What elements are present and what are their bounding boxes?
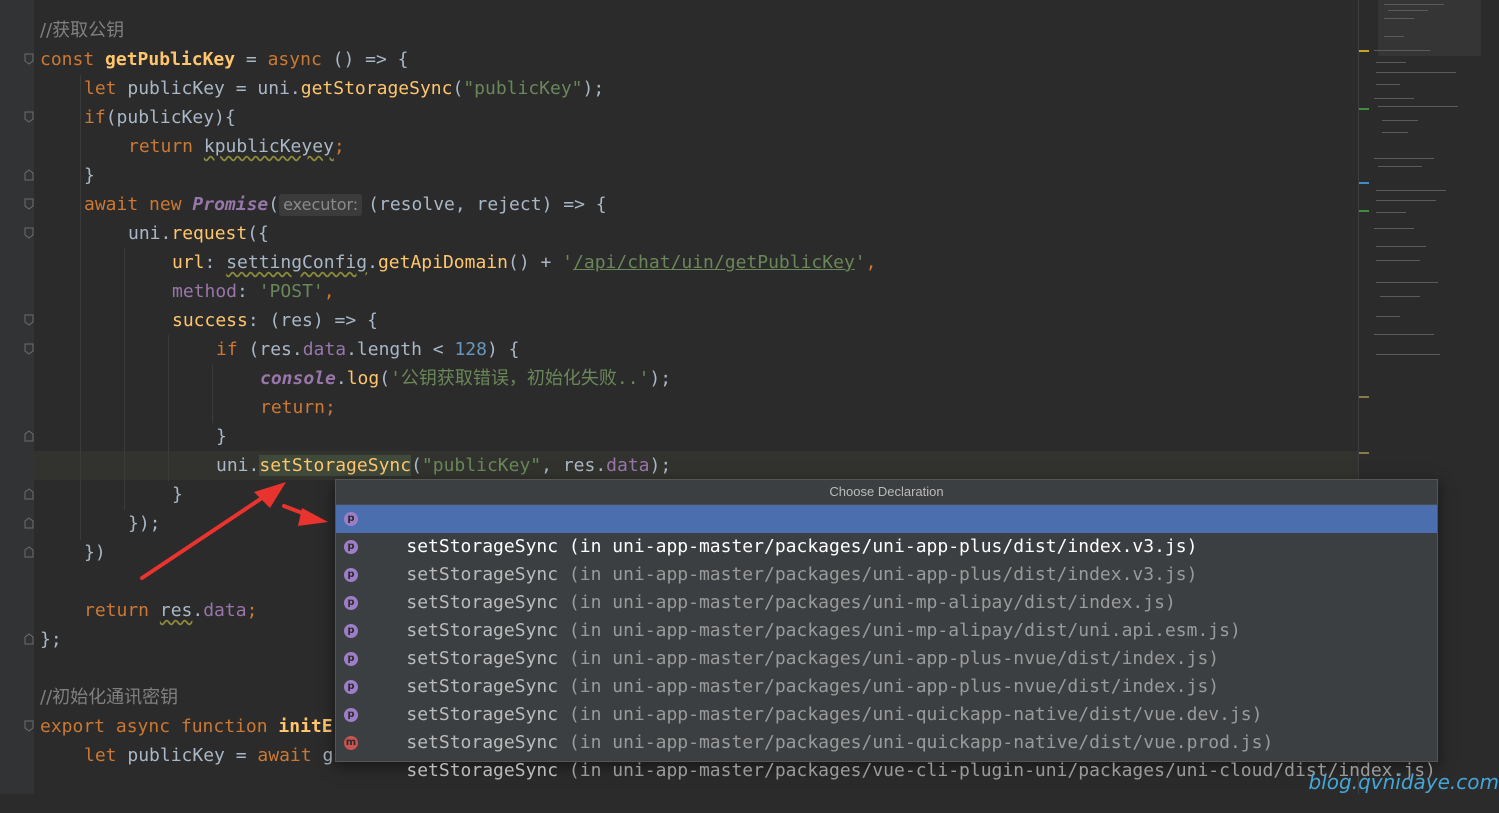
code-line: uni.request({ bbox=[128, 223, 269, 244]
code-line: } bbox=[172, 484, 183, 505]
scrollbar-marker bbox=[1359, 396, 1369, 398]
property-icon: p bbox=[344, 596, 358, 610]
code-line: uni.setStorageSync("publicKey", res.data… bbox=[216, 455, 672, 476]
indent-guide bbox=[80, 75, 81, 540]
code-line: }; bbox=[40, 629, 62, 650]
popup-title: Choose Declaration bbox=[336, 480, 1437, 505]
fold-icon[interactable] bbox=[22, 110, 36, 124]
fold-icon[interactable] bbox=[22, 313, 36, 327]
property-icon: p bbox=[344, 568, 358, 582]
code-line: export async function initE bbox=[40, 716, 333, 737]
property-icon: p bbox=[344, 624, 358, 638]
code-line: return; bbox=[260, 397, 336, 418]
scrollbar-marker bbox=[1359, 452, 1369, 454]
code-line: method: 'POST', bbox=[172, 281, 335, 302]
code-line: success: (res) => { bbox=[172, 310, 378, 331]
declaration-item[interactable]: p setStorageSync (in uni-app-master/packa… bbox=[336, 561, 1437, 613]
declaration-item[interactable]: p setStorageSync (in uni-app-master/packa… bbox=[336, 701, 1437, 753]
property-icon: p bbox=[344, 652, 358, 666]
code-line: url: settingConfig.getApiDomain() + '/ap… bbox=[172, 252, 877, 273]
fold-icon[interactable] bbox=[22, 429, 36, 443]
declaration-item[interactable]: p setStorageSync (in uni-app-master/packa… bbox=[336, 505, 1437, 557]
fold-icon[interactable] bbox=[22, 52, 36, 66]
code-line: return res.data; bbox=[84, 600, 258, 621]
fold-icon[interactable] bbox=[22, 516, 36, 530]
property-icon: p bbox=[344, 680, 358, 694]
declaration-item[interactable]: m setStorageSync (in uni-app-master/packa… bbox=[336, 729, 1437, 781]
scrollbar-marker bbox=[1359, 108, 1369, 110]
watermark: blog.qvnidaye.com bbox=[1308, 770, 1499, 794]
code-line: let publicKey = uni.getStorageSync("publ… bbox=[84, 78, 605, 99]
fold-icon[interactable] bbox=[22, 719, 36, 733]
code-line: console.log('公钥获取错误，初始化失败..'); bbox=[260, 368, 672, 389]
code-line: //获取公钥 bbox=[40, 20, 125, 41]
property-icon: p bbox=[344, 708, 358, 722]
choose-declaration-popup: Choose Declaration p setStorageSync (in u… bbox=[335, 479, 1438, 781]
fold-icon[interactable] bbox=[22, 487, 36, 501]
fold-icon[interactable] bbox=[22, 632, 36, 646]
code-line: }); bbox=[128, 513, 161, 534]
property-icon: p bbox=[344, 540, 358, 554]
code-line: if(publicKey){ bbox=[84, 107, 236, 128]
fold-icon[interactable] bbox=[22, 545, 36, 559]
scrollbar-marker bbox=[1359, 210, 1369, 212]
fold-icon[interactable] bbox=[22, 197, 36, 211]
code-line: await new Promise(executor: (resolve, rej… bbox=[84, 194, 607, 216]
declaration-item[interactable]: p setStorageSync (in uni-app-master/packa… bbox=[336, 645, 1437, 697]
code-line: } bbox=[84, 165, 95, 186]
code-line: if (res.data.length < 128) { bbox=[216, 339, 520, 360]
declaration-item[interactable]: p setStorageSync (in uni-app-master/packa… bbox=[336, 673, 1437, 725]
code-line: }) bbox=[84, 542, 106, 563]
code-line: let publicKey = await g bbox=[84, 745, 334, 766]
indent-guide bbox=[168, 335, 169, 481]
declaration-item[interactable]: p setStorageSync (in uni-app-master/packa… bbox=[336, 617, 1437, 669]
declaration-item[interactable]: p setStorageSync (in uni-app-master/packa… bbox=[336, 589, 1437, 641]
parameter-hint: executor: bbox=[279, 194, 363, 216]
method-icon: m bbox=[344, 736, 358, 750]
indent-guide bbox=[124, 248, 125, 510]
scrollbar-marker bbox=[1359, 182, 1369, 184]
minimap-viewport[interactable] bbox=[1378, 0, 1481, 56]
code-line: //初始化通讯密钥 bbox=[40, 687, 179, 708]
fold-icon[interactable] bbox=[22, 342, 36, 356]
scrollbar-marker bbox=[1359, 50, 1369, 52]
code-line: return kpublicKeyey; bbox=[128, 136, 345, 157]
code-line: const getPublicKey = async () => { bbox=[40, 49, 409, 70]
fold-icon[interactable] bbox=[22, 168, 36, 182]
fold-icon[interactable] bbox=[22, 226, 36, 240]
declaration-item[interactable]: p setStorageSync (in uni-app-master/packa… bbox=[336, 533, 1437, 585]
property-icon: p bbox=[344, 512, 358, 526]
code-line: } bbox=[216, 426, 227, 447]
indent-guide bbox=[212, 365, 213, 423]
